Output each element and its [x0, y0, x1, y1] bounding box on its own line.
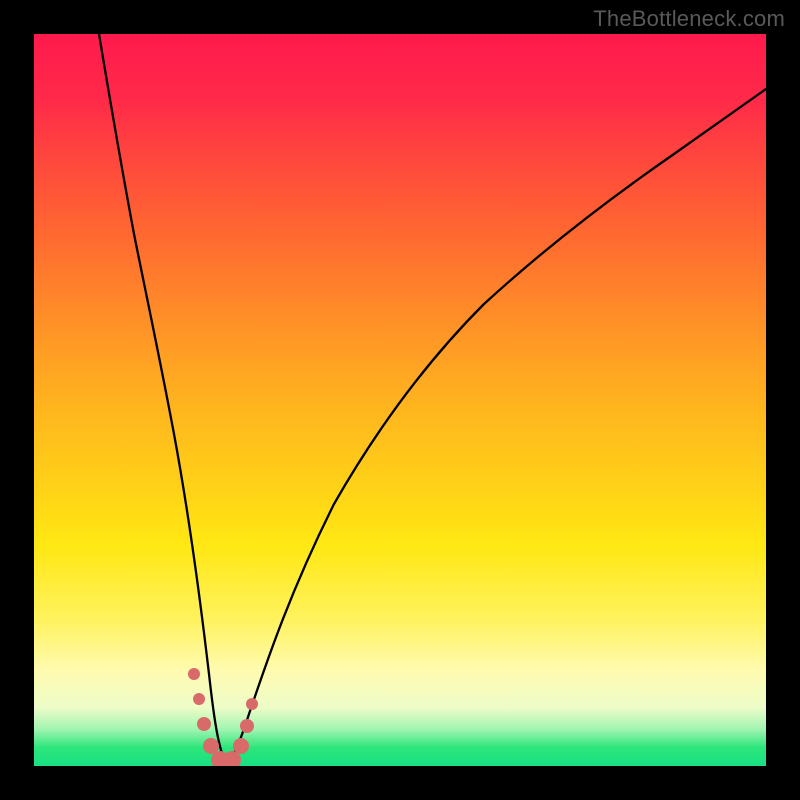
outer-frame: TheBottleneck.com — [0, 0, 800, 800]
watermark-text: TheBottleneck.com — [593, 6, 785, 32]
bottleneck-curve — [99, 34, 766, 760]
plot-area — [34, 34, 766, 766]
plot-svg — [34, 34, 766, 766]
